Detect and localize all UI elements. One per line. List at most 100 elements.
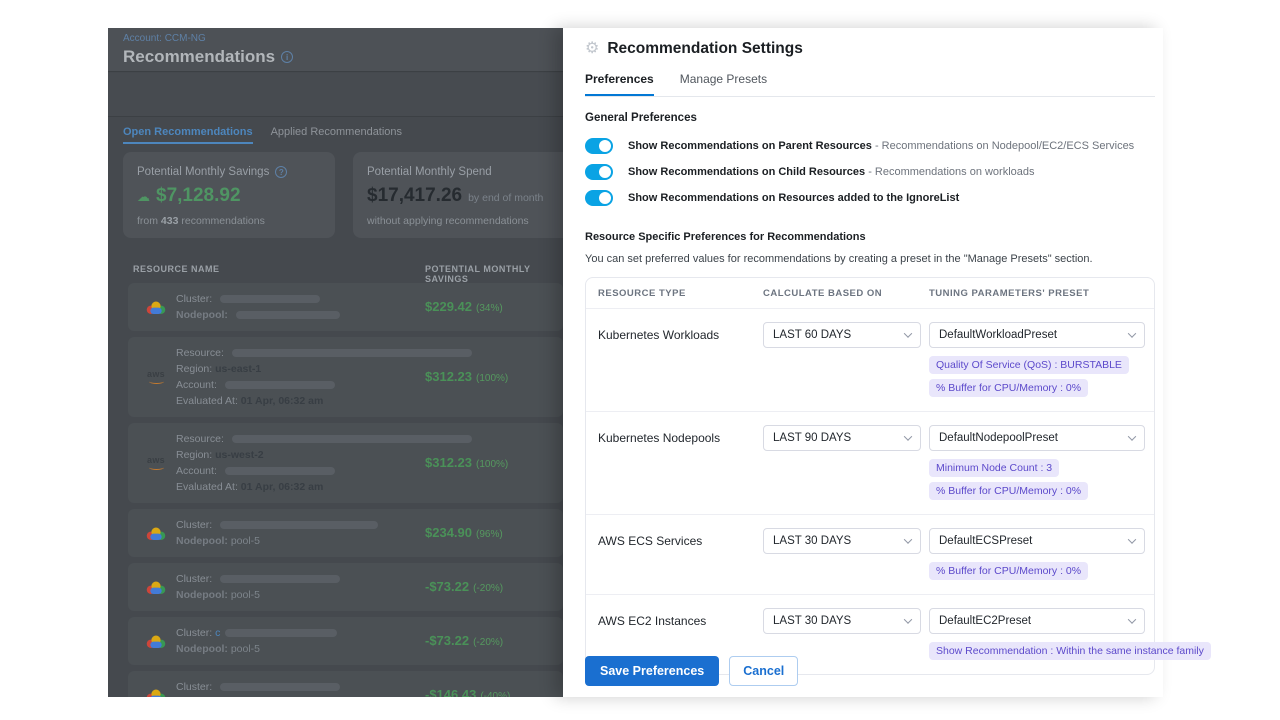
tab-manage-presets[interactable]: Manage Presets bbox=[680, 72, 767, 96]
resource-detail-line: Nodepool: pool-5 bbox=[176, 695, 340, 697]
resource-detail-line: Nodepool: pool-5 bbox=[176, 641, 337, 657]
savings-percent: (-40%) bbox=[480, 691, 510, 697]
resource-detail-line: Cluster: bbox=[176, 571, 340, 587]
drawer-title: Recommendation Settings bbox=[607, 40, 803, 58]
savings-amount: -$73.22 bbox=[425, 579, 469, 594]
spend-card-label: Potential Monthly Spend bbox=[367, 166, 563, 178]
table-row[interactable]: awsResource: Region: us-east-1Account: E… bbox=[128, 337, 563, 417]
savings-value: $7,128.92 bbox=[156, 185, 241, 207]
info-icon[interactable]: i bbox=[281, 51, 293, 63]
toggle-switch[interactable] bbox=[585, 164, 613, 180]
table-row[interactable]: Cluster: cNodepool: pool-5 -$73.22(-20%) bbox=[128, 617, 563, 665]
cancel-button[interactable]: Cancel bbox=[729, 656, 798, 686]
table-row[interactable]: Cluster: Nodepool: pool-5$234.90(96%) bbox=[128, 509, 563, 557]
redacted-text bbox=[220, 683, 340, 691]
resource-detail-line: Nodepool: pool-5 bbox=[176, 587, 340, 603]
resource-details: Cluster: Nodepool: pool-5 bbox=[176, 571, 340, 603]
calculate-based-on-select[interactable]: LAST 60 DAYS bbox=[763, 322, 921, 348]
table-row[interactable]: Cluster: Nodepool: pool-5-$73.22(-20%) bbox=[128, 563, 563, 611]
spend-card-sub: without applying recommendations bbox=[367, 215, 563, 227]
toggle-knob bbox=[599, 166, 611, 178]
redacted-text bbox=[225, 629, 337, 637]
drawer-title-row: ⚙ Recommendation Settings bbox=[585, 40, 1155, 58]
tab-applied-recommendations[interactable]: Applied Recommendations bbox=[271, 126, 402, 144]
chevron-down-icon bbox=[904, 432, 912, 440]
redacted-text bbox=[232, 435, 472, 443]
savings-amount: $229.42 bbox=[425, 299, 472, 314]
savings-percent: (100%) bbox=[476, 459, 508, 470]
general-preferences-heading: General Preferences bbox=[585, 112, 1155, 124]
savings-amount: $312.23 bbox=[425, 455, 472, 470]
calculate-based-on-select[interactable]: LAST 30 DAYS bbox=[763, 608, 921, 634]
preset-select[interactable]: DefaultEC2Preset bbox=[929, 608, 1145, 634]
breadcrumb[interactable]: Account: CCM-NG bbox=[123, 33, 563, 44]
savings-amount: $234.90 bbox=[425, 525, 472, 540]
preset-select[interactable]: DefaultNodepoolPreset bbox=[929, 425, 1145, 451]
resource-preferences-description: You can set preferred values for recomme… bbox=[585, 253, 1155, 265]
savings-cell: $312.23(100%) bbox=[425, 368, 508, 386]
toggle-switch[interactable] bbox=[585, 138, 613, 154]
savings-card-sub: from 433 recommendations bbox=[137, 215, 321, 227]
preset-badge: Minimum Node Count : 3 bbox=[929, 459, 1059, 477]
resource-preference-row: Kubernetes NodepoolsLAST 90 DAYSDefaultN… bbox=[586, 412, 1154, 515]
gcp-cloud-icon bbox=[145, 525, 167, 542]
recommendations-table-header: RESOURCE NAME POTENTIAL MONTHLY SAVINGS bbox=[133, 264, 563, 274]
app-window: Account: CCM-NG Recommendations i Open R… bbox=[108, 28, 1163, 697]
screenshot-canvas: Account: CCM-NG Recommendations i Open R… bbox=[0, 0, 1280, 720]
resource-detail-line: Resource: bbox=[176, 431, 472, 447]
page-title: Recommendations i bbox=[123, 47, 563, 67]
gcp-cloud-icon bbox=[145, 299, 167, 316]
potential-monthly-savings-card: Potential Monthly Savings ? ☁ $7,128.92 … bbox=[123, 152, 335, 238]
preset-select[interactable]: DefaultWorkloadPreset bbox=[929, 322, 1145, 348]
preference-toggle-row: Show Recommendations on Resources added … bbox=[585, 189, 1155, 206]
toggle-knob bbox=[599, 192, 611, 204]
aws-icon: aws bbox=[145, 370, 167, 384]
spend-value: $17,417.26 bbox=[367, 185, 462, 207]
general-preferences-toggles: Show Recommendations on Parent Resources… bbox=[585, 137, 1155, 206]
chevron-down-icon bbox=[1128, 615, 1136, 623]
preset-select[interactable]: DefaultECSPreset bbox=[929, 528, 1145, 554]
resource-type-label: AWS ECS Services bbox=[598, 528, 763, 548]
column-tuning-parameters-preset: TUNING PARAMETERS' PRESET bbox=[929, 288, 1142, 299]
column-potential-monthly-savings: POTENTIAL MONTHLY SAVINGS bbox=[425, 264, 563, 284]
table-row[interactable]: awsResource: Region: us-west-2Account: E… bbox=[128, 423, 563, 503]
resource-details: Cluster: Nodepool: bbox=[176, 291, 340, 323]
savings-cell: $312.23 (100%) bbox=[425, 454, 508, 472]
preset-badge: % Buffer for CPU/Memory : 0% bbox=[929, 482, 1088, 500]
gcp-cloud-icon bbox=[145, 633, 167, 650]
chevron-down-icon bbox=[904, 535, 912, 543]
savings-amount: $312.23 bbox=[425, 369, 472, 384]
savings-cell: -$73.22(-20%) bbox=[425, 632, 503, 650]
gcp-cloud-icon bbox=[145, 687, 167, 698]
resource-preferences-table-header: RESOURCE TYPE CALCULATE BASED ON TUNING … bbox=[586, 278, 1154, 309]
tab-preferences[interactable]: Preferences bbox=[585, 72, 654, 96]
gcp-cloud-icon bbox=[145, 579, 167, 596]
preset-badge: Show Recommendation : Within the same in… bbox=[929, 642, 1211, 660]
toggle-knob bbox=[599, 140, 611, 152]
calculate-based-on-select[interactable]: LAST 30 DAYS bbox=[763, 528, 921, 554]
redacted-text bbox=[236, 311, 340, 319]
question-icon[interactable]: ? bbox=[275, 166, 287, 178]
savings-amount: -$73.22 bbox=[425, 633, 469, 648]
chevron-down-icon bbox=[1128, 329, 1136, 337]
table-row[interactable]: Cluster: Nodepool: $229.42(34%) bbox=[128, 283, 563, 331]
savings-amount: -$146.43 bbox=[425, 687, 476, 697]
calculate-based-on-select[interactable]: LAST 90 DAYS bbox=[763, 425, 921, 451]
savings-card-label: Potential Monthly Savings ? bbox=[137, 166, 321, 178]
preset-badges: Quality Of Service (QoS) : BURSTABLE% Bu… bbox=[929, 356, 1145, 397]
resource-detail-line: Cluster: c bbox=[176, 625, 337, 641]
table-row[interactable]: Cluster: Nodepool: pool-5-$146.43(-40%) bbox=[128, 671, 563, 697]
column-resource-type: RESOURCE TYPE bbox=[598, 288, 763, 299]
drawer-tabs: Preferences Manage Presets bbox=[585, 72, 1155, 97]
redacted-text bbox=[225, 381, 335, 389]
page-tabs: Open Recommendations Applied Recommendat… bbox=[123, 126, 402, 144]
resource-type-label: AWS EC2 Instances bbox=[598, 608, 763, 628]
save-preferences-button[interactable]: Save Preferences bbox=[585, 656, 719, 686]
cloud-savings-icon: ☁ bbox=[137, 189, 150, 205]
toggle-switch[interactable] bbox=[585, 190, 613, 206]
page-header: Account: CCM-NG Recommendations i bbox=[108, 28, 563, 72]
toggle-label: Show Recommendations on Resources added … bbox=[628, 192, 959, 204]
resource-detail-line: Evaluated At: 01 Apr, 06:32 am bbox=[176, 479, 472, 495]
tab-open-recommendations[interactable]: Open Recommendations bbox=[123, 126, 253, 144]
recommendation-settings-drawer: ⚙ Recommendation Settings Preferences Ma… bbox=[563, 28, 1163, 697]
